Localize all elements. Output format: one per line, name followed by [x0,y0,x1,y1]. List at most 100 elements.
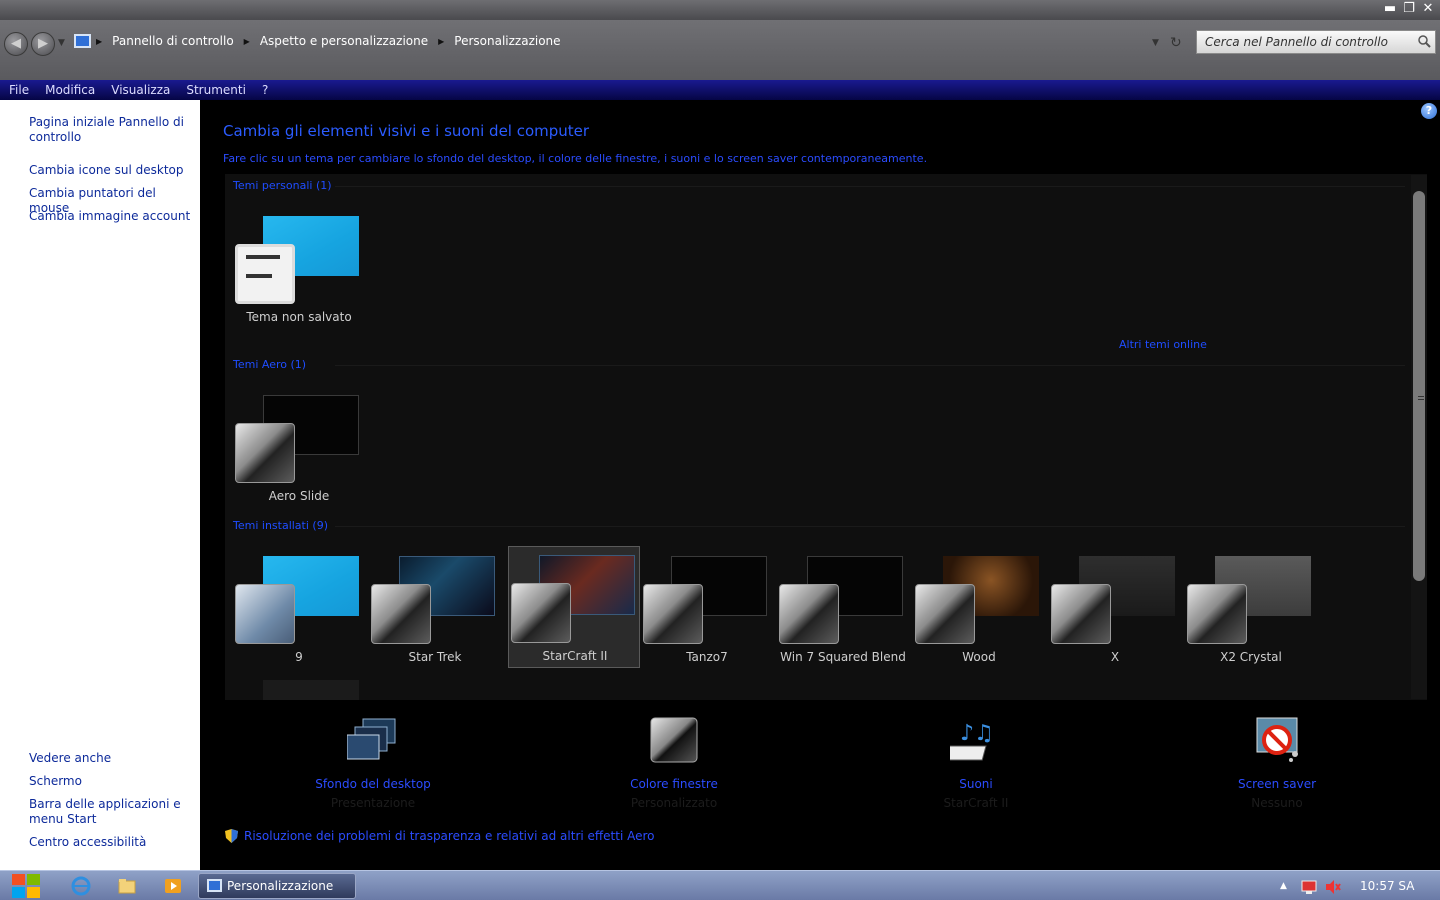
chevron-right-icon[interactable]: ▶ [244,37,250,46]
theme-label: StarCraft II [542,649,608,663]
theme-label: X2 Crystal [1220,650,1282,664]
group-divider [335,365,1405,366]
search-box [1196,30,1436,54]
setting-subtitle: Personalizzato [630,796,718,810]
menu-bar: File Modifica Visualizza Strumenti ? [0,80,1440,100]
theme-label: X [1110,650,1120,664]
window-color-preview [371,584,431,644]
menu-help[interactable]: ? [262,83,268,97]
search-input[interactable] [1205,34,1415,50]
chevron-right-icon[interactable]: ▶ [96,37,102,46]
theme-partial-thumbnail [263,680,359,700]
taskbar-item-personalization[interactable]: Personalizzazione [198,873,356,899]
page-title: Cambia gli elementi visivi e i suoni del… [223,122,590,140]
theme-tanzo7[interactable]: Tanzo7 [641,548,773,670]
close-button[interactable]: ✕ [1420,1,1436,17]
theme-label: Aero Slide [268,489,330,503]
menu-edit[interactable]: Modifica [45,83,95,97]
setting-window-color[interactable]: Colore finestre Personalizzato [574,716,774,810]
screen-saver-icon [1256,717,1298,762]
sidebar-link-desktop-icons[interactable]: Cambia icone sul desktop [29,163,197,178]
scrollbar-thumb[interactable] [1413,191,1425,581]
refresh-icon[interactable]: ↻ [1170,35,1182,51]
taskbar: Personalizzazione ▲ 10:57 SA [0,870,1440,900]
theme-label: Tema non salvato [246,310,352,324]
forward-button[interactable]: ▶ [31,32,55,56]
theme-win-7-squared-blend[interactable]: Win 7 Squared Blend [777,548,909,670]
theme-label: Tanzo7 [686,650,728,664]
group-header-personal[interactable]: Temi personali (1) [233,179,332,192]
breadcrumb-item-appearance[interactable]: Aspetto e personalizzazione [260,34,428,48]
theme-starcraft-ii[interactable]: StarCraft II [508,546,640,668]
back-button[interactable]: ◀ [4,32,28,56]
troubleshoot-aero-link[interactable]: Risoluzione dei problemi di trasparenza … [225,829,655,843]
menu-tools[interactable]: Strumenti [186,83,246,97]
setting-title: Colore finestre [630,777,718,791]
theme-aero-slide[interactable]: Aero Slide [233,387,365,509]
setting-title: Sfondo del desktop [315,777,431,791]
window-color-preview [235,423,295,483]
sidebar: Pagina iniziale Pannello di controllo Ca… [0,100,200,870]
restore-button[interactable]: ❐ [1401,1,1417,17]
control-panel-icon [207,879,222,892]
search-icon[interactable] [1417,34,1431,48]
more-themes-online-link[interactable]: Altri temi online [1119,338,1207,351]
setting-subtitle: StarCraft II [943,796,1009,810]
setting-screen-saver[interactable]: Screen saver Nessuno [1177,716,1377,810]
setting-sounds[interactable]: ♪♫ Suoni StarCraft II [876,716,1076,810]
theme-star-trek[interactable]: Star Trek [369,548,501,670]
themes-list: Temi personali (1) Tema non salvato Altr… [225,174,1427,700]
sidebar-link-account-picture[interactable]: Cambia immagine account [29,209,197,224]
sidebar-link-display[interactable]: Schermo [29,774,197,789]
desktop-background-icon [346,718,396,760]
theme-9[interactable]: 9 [233,548,365,670]
sidebar-link-taskbar[interactable]: Barra delle applicazioni e menu Start [29,797,197,827]
theme-x[interactable]: X [1049,548,1181,670]
setting-subtitle: Nessuno [1251,796,1303,810]
window-color-icon [650,717,698,763]
window-color-preview [643,584,703,644]
window-color-preview [1051,584,1111,644]
taskbar-clock[interactable]: 10:57 SA [1360,879,1414,893]
theme-label: Win 7 Squared Blend [780,650,906,664]
network-icon[interactable] [1301,879,1317,895]
menu-view[interactable]: Visualizza [111,83,170,97]
page-description: Fare clic su un tema per cambiare lo sfo… [223,152,928,165]
theme-label: Wood [962,650,996,664]
setting-title: Suoni [959,777,993,791]
group-divider [335,526,1405,527]
recent-pages-dropdown-icon[interactable]: ▼ [58,38,65,48]
minimize-button[interactable]: ▬ [1382,1,1398,17]
theme-x2-crystal[interactable]: X2 Crystal [1185,548,1317,670]
window-color-preview [1187,584,1247,644]
group-header-aero[interactable]: Temi Aero (1) [233,358,306,371]
theme-label: Star Trek [408,650,462,664]
breadcrumb-item-control-panel[interactable]: Pannello di controllo [112,34,234,48]
address-bar: ◀ ▶ ▼ ▶ Pannello di controllo ▶ Aspetto … [0,20,1440,80]
sidebar-link-home[interactable]: Pagina iniziale Pannello di controllo [29,115,197,145]
setting-subtitle: Presentazione [330,796,416,810]
window-color-preview [235,244,295,304]
setting-desktop-background[interactable]: Sfondo del desktop Presentazione [273,716,473,810]
themes-scrollbar[interactable] [1411,175,1427,699]
svg-text:♪♫: ♪♫ [960,721,994,746]
menu-file[interactable]: File [9,83,29,97]
sounds-icon: ♪♫ [941,721,994,761]
media-player-icon[interactable] [163,876,183,896]
window-color-preview [511,583,571,643]
internet-explorer-icon[interactable] [71,876,91,896]
theme-tema-non-salvato[interactable]: Tema non salvato [233,208,365,330]
show-hidden-icons-icon[interactable]: ▲ [1280,881,1287,891]
window-color-preview [779,584,839,644]
folder-icon[interactable] [117,876,137,896]
help-icon[interactable]: ? [1421,103,1437,119]
breadcrumb-item-personalization[interactable]: Personalizzazione [454,34,560,48]
window-color-preview [915,584,975,644]
address-history-dropdown-icon[interactable]: ▼ [1152,38,1159,48]
sidebar-link-accessibility[interactable]: Centro accessibilità [29,835,197,850]
chevron-right-icon[interactable]: ▶ [438,37,444,46]
volume-muted-icon[interactable] [1325,879,1341,895]
group-header-installed[interactable]: Temi installati (9) [233,519,328,532]
theme-wood[interactable]: Wood [913,548,1045,670]
start-button[interactable] [8,873,44,899]
